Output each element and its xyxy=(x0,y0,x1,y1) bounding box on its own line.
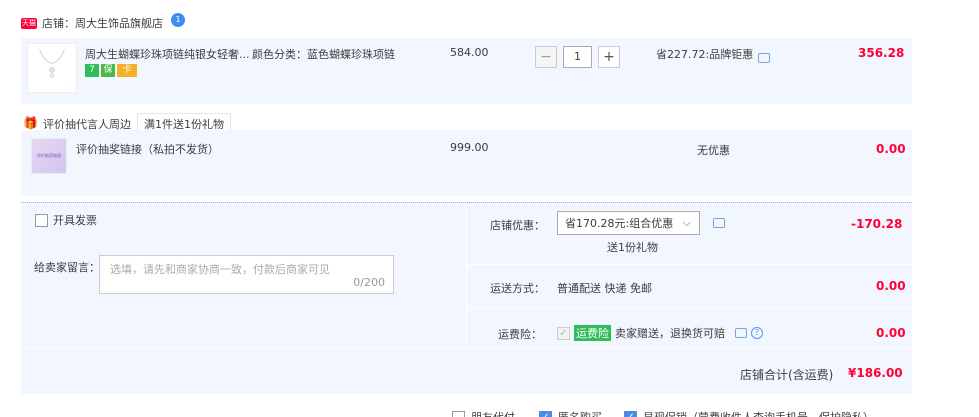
insurance-option: ✓ 运费险 卖家赠送，退换货可赔 ? xyxy=(557,325,763,341)
privacy-label[interactable]: 显现促销（营费收件人查询手机号，保护隐私） xyxy=(643,409,874,417)
checkout-options: 朋友代付 ✓ 匿名购买 ✓ 显现促销（营费收件人查询手机号，保护隐私） xyxy=(452,409,874,417)
item-discount: 省227.72:品牌钜惠 xyxy=(656,48,754,61)
shop-discount-sub: 送1份礼物 xyxy=(607,241,658,254)
pay-by-friend-label[interactable]: 朋友代付 xyxy=(471,409,515,417)
necklace-image xyxy=(39,49,65,78)
item-sku: 颜色分类：蓝色蝴蝶珍珠项链 xyxy=(252,48,395,61)
guarantee-icon[interactable]: 保 xyxy=(101,64,115,77)
message-label: 给卖家留言： xyxy=(34,261,100,274)
gift-unit-price: 999.00 xyxy=(450,141,489,154)
shipping-method: 普通配送 快递 免邮 xyxy=(557,282,652,295)
gift-icon: 🎁 xyxy=(23,116,38,130)
insurance-tag: 运费险 xyxy=(574,325,611,341)
privacy-checkbox[interactable]: ✓ xyxy=(624,410,637,417)
gift-title[interactable]: 评价抽奖链接（私拍不发货） xyxy=(76,141,219,157)
gift-subtotal: 0.00 xyxy=(876,142,906,156)
insurance-amount: 0.00 xyxy=(876,326,906,340)
item-subtotal: 356.28 xyxy=(858,46,905,60)
shipping-label: 运送方式： xyxy=(490,282,545,295)
gift-item-row xyxy=(21,130,912,196)
anonymous-checkbox[interactable]: ✓ xyxy=(539,410,552,417)
item-unit-price: 584.00 xyxy=(450,46,489,59)
quantity-input[interactable]: 1 xyxy=(563,46,592,68)
insurance-label: 运费险： xyxy=(498,328,542,341)
quantity-plus-button[interactable]: + xyxy=(598,46,620,68)
credit-card-icon[interactable]: 卡 xyxy=(117,64,137,77)
anonymous-label[interactable]: 匿名购买 xyxy=(558,409,602,417)
message-placeholder: 选填，请先和商家协商一致，付款后商家可见 xyxy=(110,263,330,276)
insurance-checkbox: ✓ xyxy=(557,326,570,340)
shop-discount-selected: 省170.28元:组合优惠 xyxy=(565,217,674,230)
invoice-option[interactable]: 开具发票 xyxy=(35,212,97,228)
shop-discount-select[interactable]: 省170.28元:组合优惠 ⌵ xyxy=(557,211,700,235)
gift-thumbnail[interactable]: 评价抽奖链接 xyxy=(31,138,67,174)
comment-icon[interactable] xyxy=(713,218,725,228)
pay-by-friend-checkbox[interactable] xyxy=(452,410,465,417)
chevron-down-icon: ⌵ xyxy=(682,216,691,229)
shop-discount-label: 店铺优惠： xyxy=(490,219,545,232)
comment-icon[interactable] xyxy=(735,328,747,338)
message-char-counter: 0/200 xyxy=(353,276,385,289)
summary-divider xyxy=(466,264,912,265)
invoice-label[interactable]: 开具发票 xyxy=(53,212,97,228)
summary-divider xyxy=(466,307,912,308)
insurance-text: 卖家赠送，退换货可赔 xyxy=(615,327,725,340)
help-icon[interactable]: ? xyxy=(751,327,763,339)
shop-total-amount: ¥186.00 xyxy=(848,366,903,380)
seven-day-return-icon[interactable]: 7 xyxy=(85,64,99,77)
shop-name[interactable]: 店铺：周大生饰品旗舰店 xyxy=(42,15,163,31)
shop-header: 天猫 店铺：周大生饰品旗舰店 1 xyxy=(21,13,185,33)
summary-divider xyxy=(466,202,467,349)
shop-discount-amount: -170.28 xyxy=(851,217,903,231)
service-badges: 7 保 卡 xyxy=(85,64,137,77)
item-title[interactable]: 周大生蝴蝶珍珠项链纯银女轻奢... xyxy=(85,46,250,62)
summary-divider xyxy=(21,348,912,349)
shipping-amount: 0.00 xyxy=(876,279,906,293)
gift-discount: 无优惠 xyxy=(697,144,730,157)
comment-icon[interactable] xyxy=(758,53,770,63)
wangwang-chat-icon[interactable]: 1 xyxy=(171,13,185,27)
quantity-stepper: − 1 + xyxy=(535,46,620,68)
item-thumbnail[interactable] xyxy=(27,43,77,93)
message-textarea[interactable]: 选填，请先和商家协商一致，付款后商家可见 0/200 xyxy=(99,255,394,294)
tmall-icon: 天猫 xyxy=(21,17,37,29)
invoice-checkbox[interactable] xyxy=(35,213,48,227)
shop-total-label: 店铺合计(含运费) xyxy=(740,368,834,382)
quantity-minus-button[interactable]: − xyxy=(535,46,557,68)
